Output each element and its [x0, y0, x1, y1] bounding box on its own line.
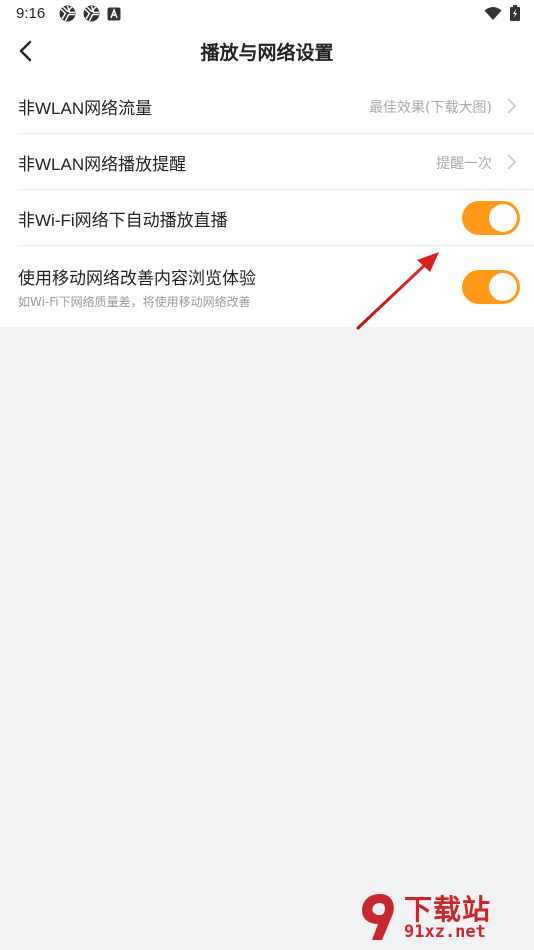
status-time: 9:16 — [16, 5, 46, 22]
status-bar: 9:16 — [0, 0, 534, 28]
mobile-network-improve-toggle[interactable] — [462, 270, 520, 304]
nav-bar: 播放与网络设置 — [0, 28, 534, 76]
setting-label: 非Wi-Fi网络下自动播放直播 — [18, 211, 228, 230]
toggle-knob — [489, 273, 517, 301]
auto-play-live-toggle[interactable] — [462, 201, 520, 235]
wifi-icon — [484, 6, 502, 25]
setting-row-auto-play-live: 非Wi-Fi网络下自动播放直播 — [0, 190, 534, 246]
page-title: 播放与网络设置 — [200, 43, 334, 64]
watermark-site: 91xz.net — [404, 922, 486, 942]
chevron-right-icon — [504, 154, 518, 170]
setting-label: 使用移动网络改善内容浏览体验 — [18, 269, 256, 288]
setting-row-wlan-play-reminder[interactable]: 非WLAN网络播放提醒 提醒一次 — [0, 134, 534, 190]
setting-label: 非WLAN网络播放提醒 — [18, 155, 187, 174]
chevron-right-icon — [504, 98, 518, 114]
annotation-arrow-icon — [356, 252, 439, 330]
watermark-logo-icon — [362, 894, 394, 940]
setting-sublabel: 如Wi-Fi下网络质量差，将使用移动网络改善 — [18, 295, 251, 309]
watermark: 下载站 91xz.net — [358, 888, 528, 946]
setting-label: 非WLAN网络流量 — [18, 99, 153, 118]
setting-row-mobile-network-improve: 使用移动网络改善内容浏览体验 如Wi-Fi下网络质量差，将使用移动网络改善 — [0, 246, 534, 328]
setting-value: 最佳效果(下载大图) — [369, 100, 492, 116]
setting-value: 提醒一次 — [436, 156, 492, 172]
battery-charging-icon — [510, 5, 520, 25]
setting-row-wlan-traffic[interactable]: 非WLAN网络流量 最佳效果(下载大图) — [0, 78, 534, 134]
aperture-icon — [83, 5, 100, 26]
keyboard-a-icon — [107, 6, 121, 25]
aperture-icon — [59, 5, 76, 26]
toggle-knob — [489, 204, 517, 232]
settings-panel: 9:16 播放与网络设置 非WLAN网络流量 最佳效果(下载大图) 非WLAN网… — [0, 0, 534, 327]
